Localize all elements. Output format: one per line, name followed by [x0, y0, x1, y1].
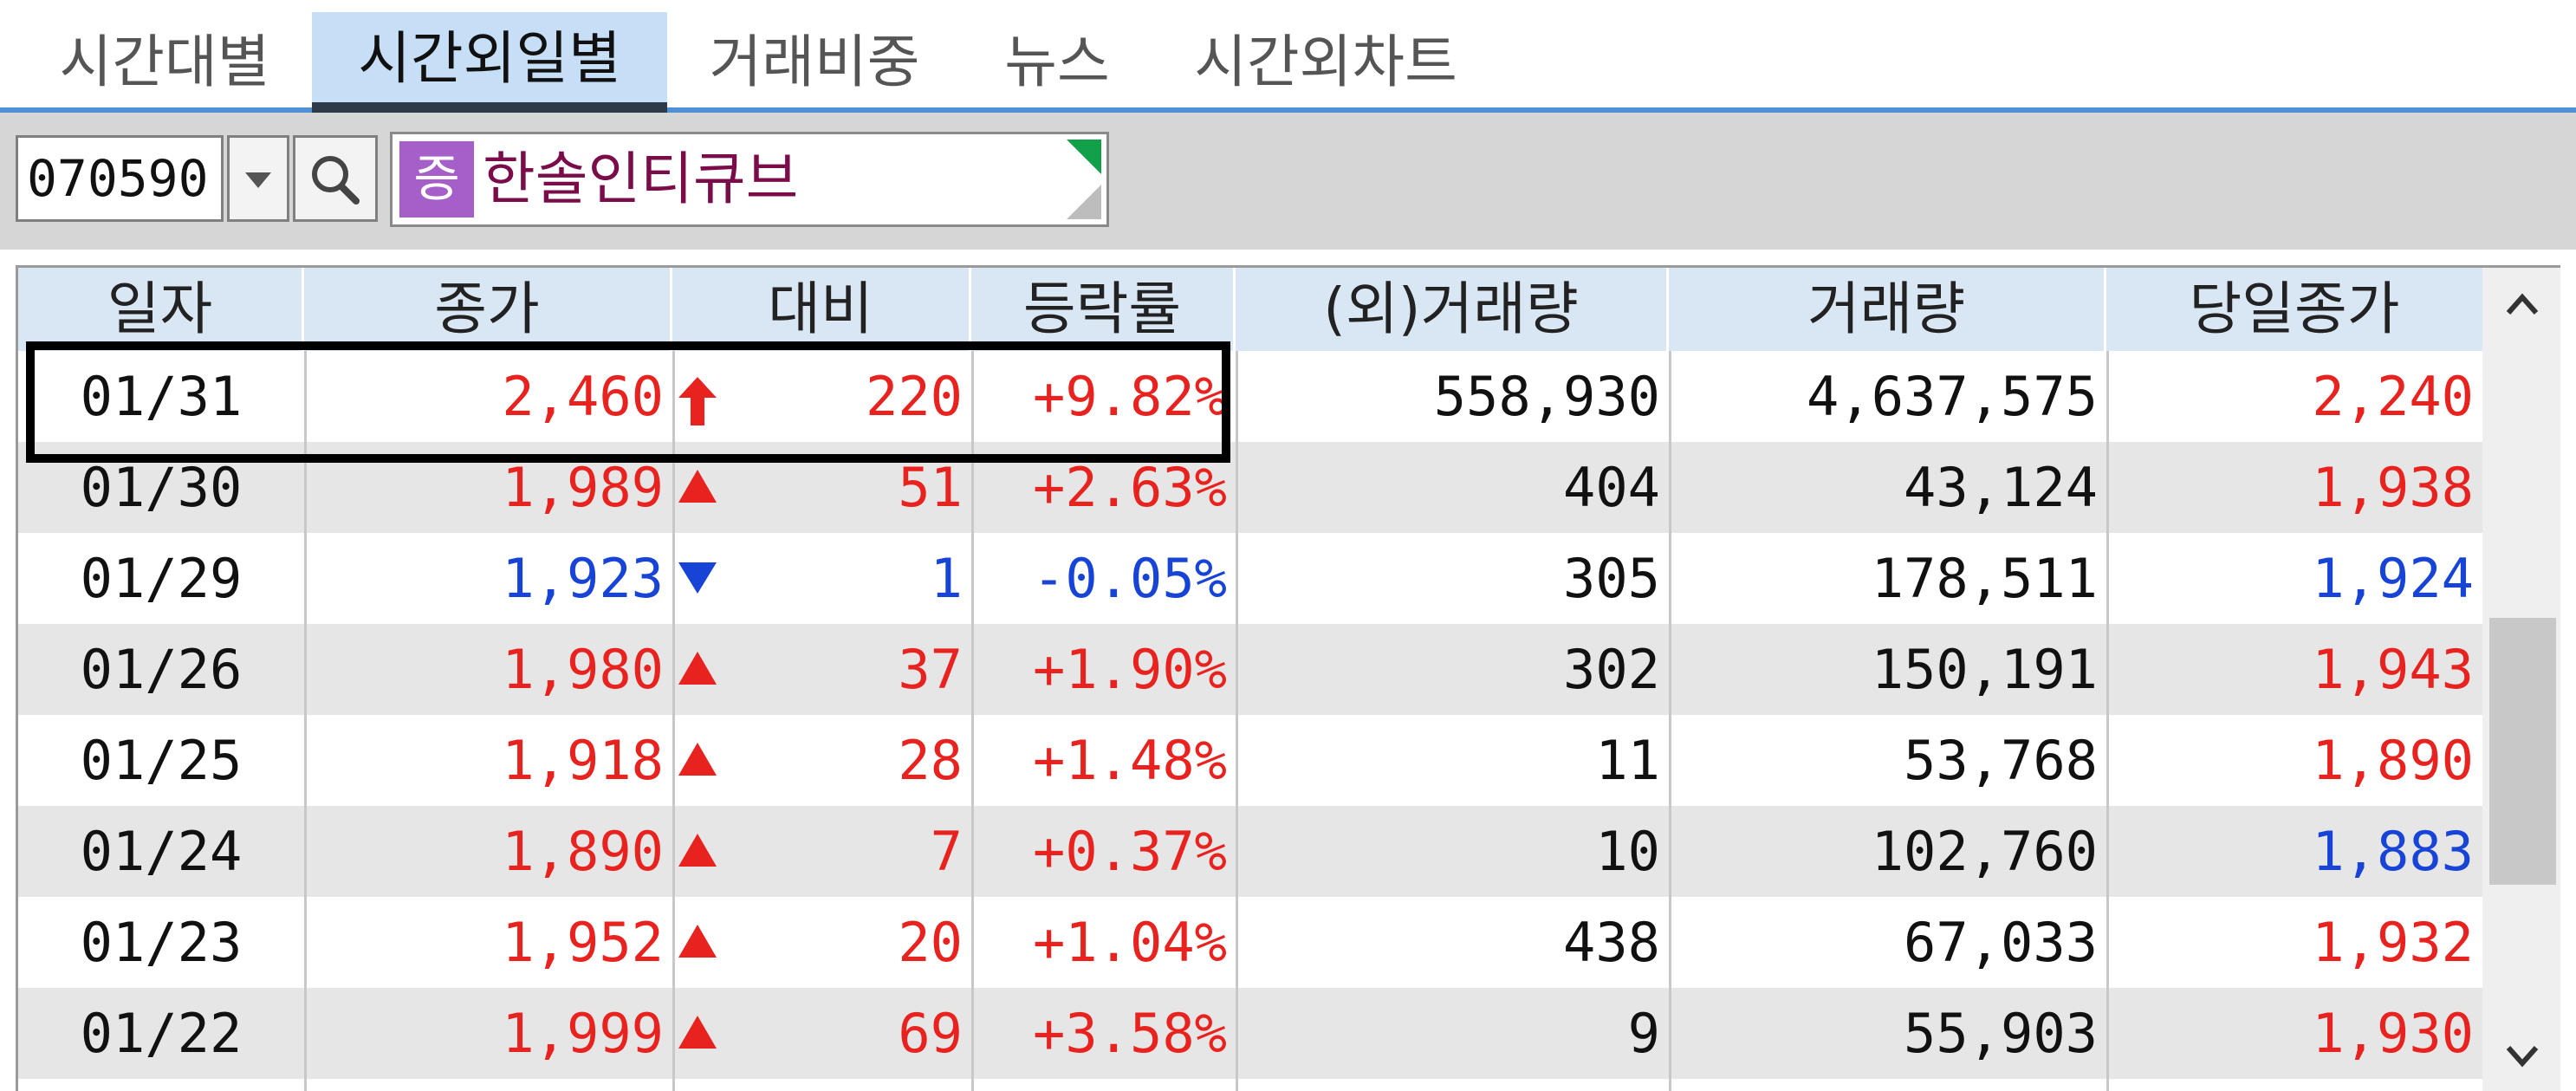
cell-day-close: 1,930	[2312, 1002, 2474, 1065]
table-row[interactable]: 01/25 1,918 28 +1.48% 11 53,768 1,890	[18, 715, 2482, 806]
cell-ext-volume: 10	[1595, 820, 1660, 883]
cell-change: 1	[930, 547, 963, 610]
cell-date: 01/25	[80, 729, 243, 792]
cell-volume: 102,760	[1871, 820, 2098, 883]
header-rate[interactable]: 등락률	[971, 268, 1236, 351]
cell-rate: +1.90%	[1033, 638, 1227, 701]
cell-volume: 55,903	[1904, 1002, 2098, 1065]
cell-close: 1,999	[502, 1002, 664, 1065]
stock-name-field[interactable]: 증 한솔인티큐브	[390, 132, 1109, 227]
market-badge: 증	[399, 141, 474, 218]
resize-grip-icon	[1067, 185, 1101, 219]
cell-date: 01/24	[80, 820, 243, 883]
cell-day-close: 1,932	[2312, 911, 2474, 974]
corner-marker-icon	[1067, 140, 1101, 174]
header-date[interactable]: 일자	[18, 268, 304, 351]
header-change[interactable]: 대비	[672, 268, 971, 351]
cell-ext-volume: 11	[1595, 729, 1660, 792]
cell-change: 7	[930, 820, 963, 883]
selected-row-highlight	[26, 341, 1230, 463]
header-day-close[interactable]: 당일종가	[2106, 268, 2482, 351]
cell-rate: +0.37%	[1033, 820, 1227, 883]
header-close[interactable]: 종가	[304, 268, 672, 351]
cell-date: 01/22	[80, 1002, 243, 1065]
cell-date: 01/26	[80, 638, 243, 701]
cell-close: 1,890	[502, 820, 664, 883]
cell-change: 37	[898, 638, 963, 701]
table-row[interactable]: 01/22 1,999 69 +3.58% 9 55,903 1,930	[18, 988, 2482, 1079]
table-row[interactable]: 01/26 1,980 37 +1.90% 302 150,191 1,943	[18, 624, 2482, 715]
cell-rate: +3.58%	[1033, 1002, 1227, 1065]
tab-time-slot[interactable]: 시간대별	[17, 12, 312, 113]
cell-change: 69	[898, 1002, 963, 1065]
column-divider	[1236, 351, 1238, 1091]
table-row[interactable]: 01/29 1,923 1 -0.05% 305 178,511 1,924	[18, 533, 2482, 624]
cell-rate: +1.04%	[1033, 911, 1227, 974]
column-divider	[1669, 351, 1671, 1091]
cell-day-close: 1,883	[2312, 820, 2474, 883]
cell-day-close: 2,240	[2312, 365, 2474, 428]
cell-date: 01/23	[80, 911, 243, 974]
tab-after-hours-daily[interactable]: 시간외일별	[312, 12, 667, 113]
cell-ext-volume: 302	[1563, 638, 1660, 701]
down-triangle-icon	[675, 533, 718, 624]
cell-ext-volume: 9	[1627, 1002, 1660, 1065]
cell-volume: 4,637,575	[1807, 365, 2098, 428]
up-triangle-icon	[675, 715, 718, 806]
chevron-down-icon	[245, 172, 271, 188]
cell-close: 1,923	[502, 547, 664, 610]
cell-volume: 150,191	[1871, 638, 2098, 701]
up-triangle-icon	[675, 988, 718, 1079]
code-dropdown-button[interactable]	[227, 135, 289, 222]
up-triangle-icon	[675, 897, 718, 988]
up-triangle-icon	[675, 806, 718, 897]
cell-volume: 43,124	[1904, 456, 2098, 519]
cell-day-close: 1,938	[2312, 456, 2474, 519]
column-divider	[2106, 351, 2109, 1091]
tab-trade-share[interactable]: 거래비중	[685, 12, 944, 113]
cell-close: 1,918	[502, 729, 664, 792]
scrollbar-thumb[interactable]	[2489, 618, 2556, 885]
cell-close: 1,980	[502, 638, 664, 701]
cell-volume: 178,511	[1871, 547, 2098, 610]
search-icon	[312, 156, 360, 205]
cell-change: 28	[898, 729, 963, 792]
tab-bar: 시간대별 시간외일별 거래비중 뉴스 시간외차트	[0, 0, 2576, 113]
cell-ext-volume: 305	[1563, 547, 1660, 610]
cell-rate: -0.05%	[1033, 547, 1227, 610]
stock-code-input[interactable]: 070590	[16, 135, 224, 222]
cell-day-close: 1,890	[2312, 729, 2474, 792]
cell-date: 01/29	[80, 547, 243, 610]
chevron-down-icon[interactable]	[2482, 1022, 2560, 1091]
cell-day-close: 1,924	[2312, 547, 2474, 610]
tab-news[interactable]: 뉴스	[970, 12, 1144, 113]
header-volume[interactable]: 거래량	[1669, 268, 2106, 351]
cell-close: 1,952	[502, 911, 664, 974]
vertical-scrollbar[interactable]	[2482, 268, 2560, 1091]
toolbar: 070590 증 한솔인티큐브	[0, 113, 2576, 250]
cell-ext-volume: 404	[1563, 456, 1660, 519]
search-button[interactable]	[293, 135, 378, 222]
stock-name: 한솔인티큐브	[483, 146, 799, 212]
cell-volume: 67,033	[1904, 911, 2098, 974]
cell-ext-volume: 558,930	[1433, 365, 1660, 428]
chevron-up-icon[interactable]	[2482, 268, 2560, 337]
cell-ext-volume: 438	[1563, 911, 1660, 974]
header-ext-volume[interactable]: (외)거래량	[1236, 268, 1669, 351]
cell-day-close: 1,943	[2312, 638, 2474, 701]
cell-change: 20	[898, 911, 963, 974]
table-row[interactable]: 01/23 1,952 20 +1.04% 438 67,033 1,932	[18, 897, 2482, 988]
cell-volume: 53,768	[1904, 729, 2098, 792]
cell-rate: +1.48%	[1033, 729, 1227, 792]
tab-after-hours-chart[interactable]: 시간외차트	[1170, 12, 1482, 113]
table-header: 일자 종가 대비 등락률 (외)거래량 거래량 당일종가	[18, 268, 2482, 351]
up-triangle-icon	[675, 624, 718, 715]
table-row[interactable]: 01/24 1,890 7 +0.37% 10 102,760 1,883	[18, 806, 2482, 897]
